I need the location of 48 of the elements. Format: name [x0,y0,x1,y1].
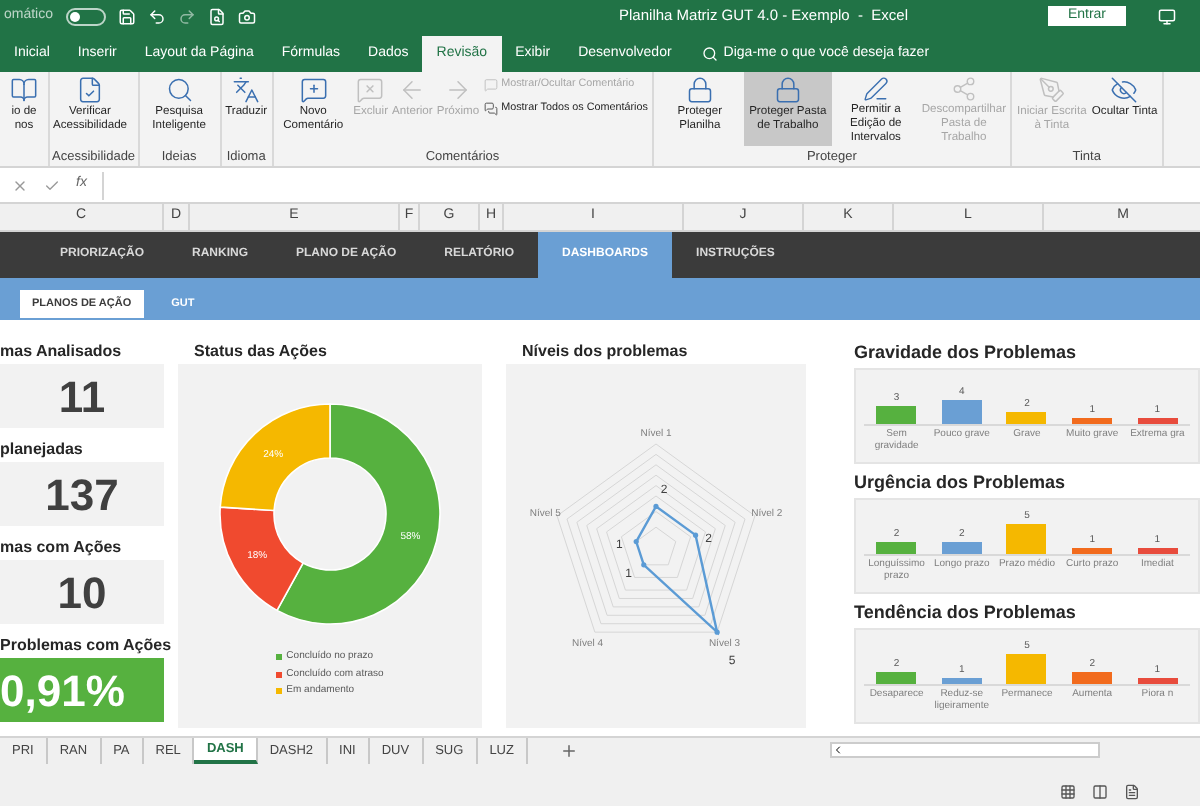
kpi-value: 10 [0,560,164,624]
redo-icon [177,7,196,25]
print-preview-icon [207,7,226,25]
undo-icon [147,7,166,25]
share-icon [949,76,978,102]
enter-icon [44,177,60,193]
scroll-left-icon [832,744,844,756]
chart-title: Gravidade dos Problemas [852,340,1079,366]
lock-icon [685,76,714,104]
data-point [653,503,659,509]
kpi-value: 11 [0,364,164,428]
magnifier-icon [165,76,194,104]
translate-icon [232,76,261,104]
radar-line [634,504,720,636]
horizontal-scrollbar[interactable] [830,742,1100,758]
chart-title: Níveis dos problemas [520,340,690,364]
data-point [641,562,647,568]
comment-x-icon [356,76,385,104]
comments-icon [483,101,498,115]
kpi-title: mas Analisados [0,340,124,364]
document-check-icon [76,76,104,104]
kpi-value: 0,91% [0,658,164,722]
comment-plus-icon [299,76,328,104]
kpi-title: mas com Ações [0,536,124,560]
camera-icon [237,7,256,25]
book-icon [10,76,38,104]
data-point [633,538,639,545]
normal-view-icon [1060,783,1076,799]
comment-icon [483,77,498,91]
data-point [692,532,699,538]
chart-title: Urgência dos Problemas [852,470,1068,496]
page-break-icon [1124,783,1140,799]
pen-icon [1037,76,1066,104]
cancel-icon [12,177,28,193]
pencil-icon [861,76,890,102]
data-point [714,629,720,635]
autosave-toggle[interactable] [65,7,106,25]
save-icon [117,7,136,25]
add-sheet-icon [559,742,578,760]
eye-off-icon [1110,76,1139,104]
page-layout-icon [1092,783,1108,799]
kpi-title: planejadas [0,438,85,462]
chart-title: Status das Ações [192,340,329,364]
lock-icon [773,76,802,104]
chart-title: Tendência dos Problemas [852,600,1078,626]
display-options-icon [1158,7,1176,25]
search-icon [701,46,718,62]
kpi-value: 137 [0,462,164,526]
